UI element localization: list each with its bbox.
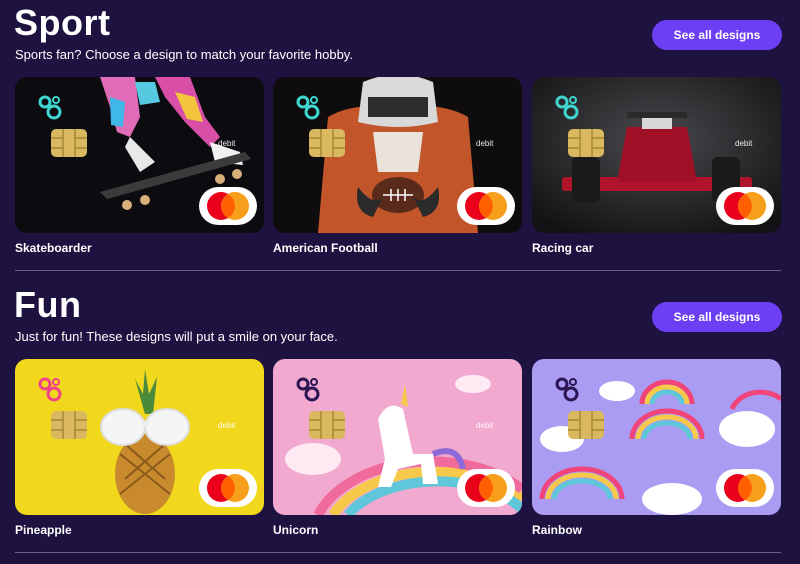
mastercard-icon — [716, 469, 774, 507]
chip-icon — [568, 411, 604, 439]
chip-icon — [309, 129, 345, 157]
card-image[interactable]: debit — [273, 77, 522, 233]
card-image[interactable]: debit — [15, 359, 264, 515]
card-option-skateboarder[interactable]: debit Skateboarder — [15, 77, 264, 255]
debit-text: debit — [218, 139, 236, 148]
card-image[interactable]: debit — [532, 77, 781, 233]
brand-logo-icon — [38, 95, 62, 120]
card-label: Pineapple — [15, 523, 72, 537]
debit-text: debit — [735, 421, 753, 430]
brand-logo-icon — [555, 377, 579, 402]
card-option-racing-car[interactable]: debit Racing car — [532, 77, 781, 255]
section-divider — [15, 270, 781, 271]
section-divider — [15, 552, 781, 553]
mastercard-icon — [457, 187, 515, 225]
mastercard-icon — [199, 469, 257, 507]
card-option-pineapple[interactable]: debit Pineapple — [15, 359, 264, 537]
fun-section: Fun Just for fun! These designs will put… — [0, 282, 800, 564]
debit-text: debit — [476, 421, 494, 430]
card-label: Unicorn — [273, 523, 319, 537]
chip-icon — [309, 411, 345, 439]
debit-text: debit — [218, 421, 236, 430]
sport-section: Sport Sports fan? Choose a design to mat… — [0, 0, 800, 282]
section-subtitle: Just for fun! These designs will put a s… — [15, 329, 338, 344]
see-all-designs-button[interactable]: See all designs — [652, 302, 782, 332]
debit-text: debit — [735, 139, 753, 148]
card-label: Rainbow — [532, 523, 582, 537]
brand-logo-icon — [296, 377, 320, 402]
card-image[interactable]: debit — [273, 359, 522, 515]
mastercard-icon — [199, 187, 257, 225]
chip-icon — [568, 129, 604, 157]
card-label: American Football — [273, 241, 378, 255]
mastercard-icon — [716, 187, 774, 225]
card-label: Racing car — [532, 241, 594, 255]
section-subtitle: Sports fan? Choose a design to match you… — [15, 47, 353, 62]
card-image[interactable]: debit — [15, 77, 264, 233]
card-label: Skateboarder — [15, 241, 92, 255]
card-option-unicorn[interactable]: debit Unicorn — [273, 359, 522, 537]
card-option-american-football[interactable]: debit American Football — [273, 77, 522, 255]
chip-icon — [51, 411, 87, 439]
mastercard-icon — [457, 469, 515, 507]
debit-text: debit — [476, 139, 494, 148]
section-title: Sport — [14, 2, 111, 43]
chip-icon — [51, 129, 87, 157]
brand-logo-icon — [296, 95, 320, 120]
see-all-designs-button[interactable]: See all designs — [652, 20, 782, 50]
brand-logo-icon — [555, 95, 579, 120]
card-option-rainbow[interactable]: debit Rainbow — [532, 359, 781, 537]
card-image[interactable]: debit — [532, 359, 781, 515]
section-title: Fun — [14, 284, 82, 325]
brand-logo-icon — [38, 377, 62, 402]
